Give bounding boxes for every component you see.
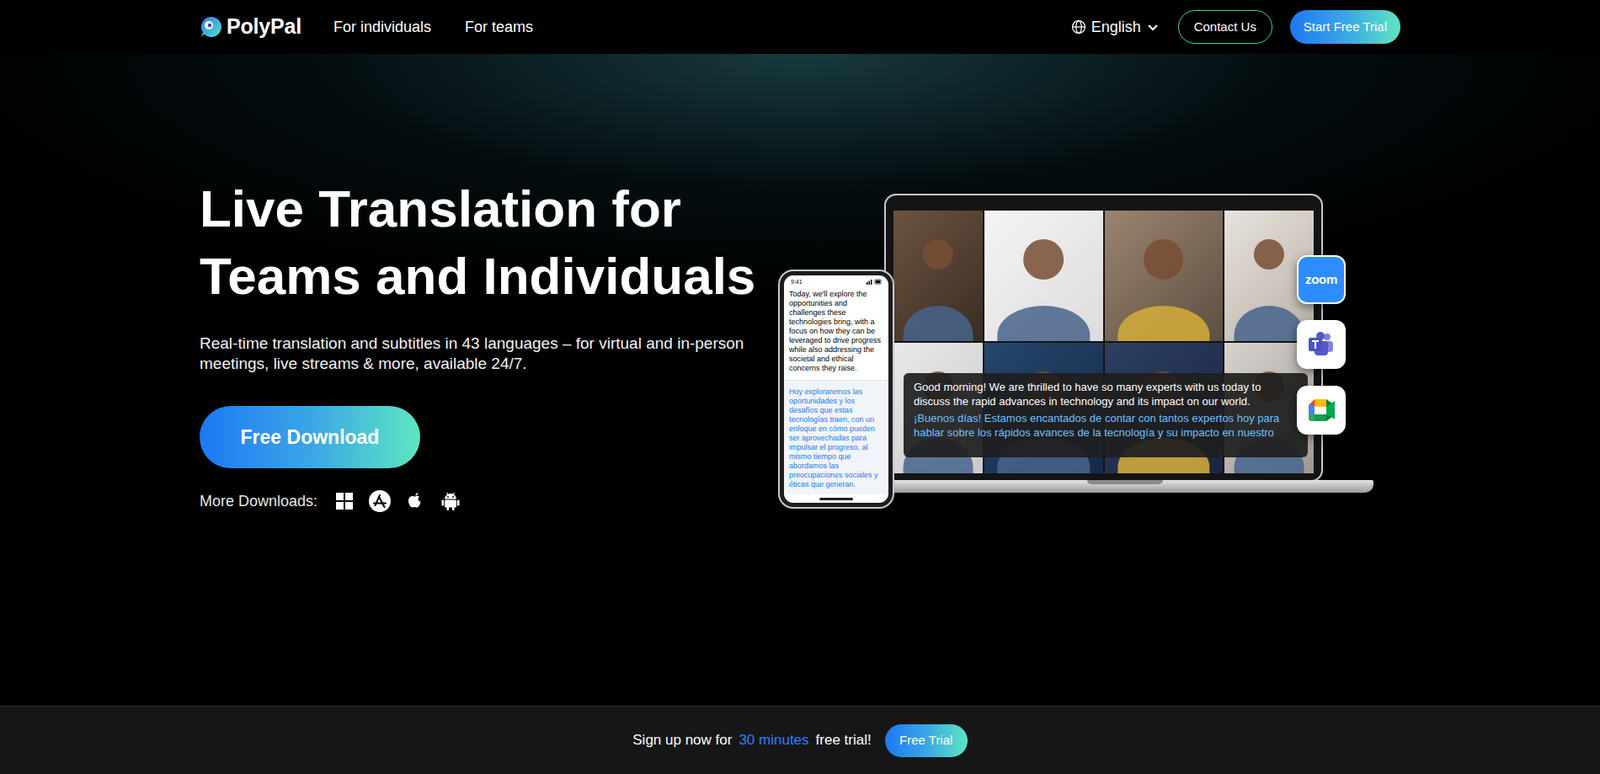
phone-translation-text: Hoy exploraremos las oportunidades y los… xyxy=(784,379,889,495)
meet-app xyxy=(1296,385,1346,435)
contact-button[interactable]: Contact Us xyxy=(1178,10,1273,44)
teams-app xyxy=(1296,320,1346,369)
brand-logo[interactable]: PolyPal xyxy=(199,10,302,43)
meet-icon xyxy=(1304,393,1339,427)
caption-source: Good morning! We are thrilled to have so… xyxy=(913,379,1298,409)
app-store-icon[interactable] xyxy=(368,489,392,513)
nav-link[interactable]: For individuals xyxy=(333,16,432,39)
hero-title: Live Translation for Teams and Individua… xyxy=(199,175,780,310)
free-download-button[interactable]: Free Download xyxy=(199,405,421,469)
free-trial-button[interactable]: Free Trial xyxy=(885,724,968,758)
android-icon[interactable] xyxy=(438,489,463,513)
product-illustration: Good morning! We are thrilled to have so… xyxy=(779,193,1387,514)
start-trial-button[interactable]: Start Free Trial xyxy=(1290,10,1401,44)
hero-text: Live Translation for Teams and Individua… xyxy=(199,175,780,513)
subtitle-overlay: Good morning! We are thrilled to have so… xyxy=(903,373,1308,458)
battery-signal-icon xyxy=(866,278,882,285)
caption-translation: ¡Buenos días! Estamos encantados de cont… xyxy=(913,410,1298,440)
globe-icon xyxy=(1071,19,1087,35)
teams-icon xyxy=(1304,327,1339,362)
logo-bubble-icon xyxy=(199,15,224,39)
windows-icon[interactable] xyxy=(332,489,357,513)
apple-icon[interactable] xyxy=(403,489,427,513)
video-tile xyxy=(1104,210,1223,342)
nav-link[interactable]: For teams xyxy=(464,16,534,39)
video-tile xyxy=(984,210,1103,342)
chevron-down-icon xyxy=(1146,20,1160,34)
phone-source-text: Today, we'll explore the opportunities a… xyxy=(784,286,889,380)
phone-status-bar: 9:41 xyxy=(784,275,889,287)
top-navbar: PolyPal For individuals For teams English… xyxy=(0,0,1600,54)
laptop-base xyxy=(875,480,1374,493)
trial-banner: Sign up now for 30 minutes free trial! F… xyxy=(0,705,1600,774)
hero: Live Translation for Teams and Individua… xyxy=(0,53,1600,706)
hero-subtitle: Real-time translation and subtitles in 4… xyxy=(199,333,773,374)
video-tile xyxy=(893,210,983,342)
phone-mockup: 9:41 Today, we'll explore the opportunit… xyxy=(779,271,893,507)
zoom-app: zoom xyxy=(1296,255,1346,304)
nav-links: For individuals For teams xyxy=(333,16,534,39)
more-downloads: More Downloads: xyxy=(199,489,780,513)
language-selector[interactable]: English xyxy=(1071,16,1160,39)
